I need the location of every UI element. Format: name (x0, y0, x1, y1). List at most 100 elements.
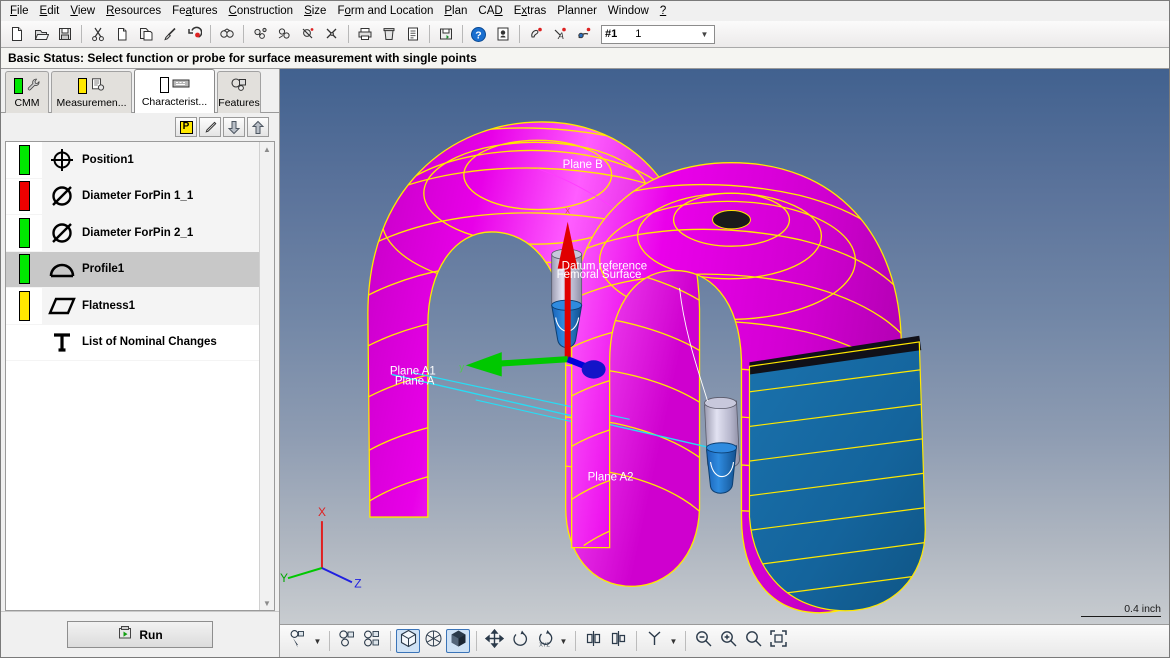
status-indicator (6, 178, 42, 214)
record-scan-icon[interactable] (572, 23, 595, 45)
zoom-fit-button[interactable] (766, 629, 790, 653)
profile-tolerance-icon (42, 258, 82, 280)
tab-label: Measuremen... (56, 96, 127, 109)
characteristic-row[interactable]: Diameter ForPin 1_1 (6, 178, 259, 215)
select-mode-button[interactable] (286, 629, 310, 653)
scale-indicator: 0.4 inch (1081, 603, 1161, 617)
protocol-icon[interactable] (401, 23, 424, 45)
copy-icon[interactable] (110, 23, 133, 45)
protocol-toggle-label: P (179, 120, 193, 134)
run-button[interactable]: Run (67, 621, 213, 648)
menu-item-extras[interactable]: Extras (509, 2, 553, 20)
characteristic-label: Profile1 (82, 263, 125, 276)
shaded-view-button[interactable] (446, 629, 470, 653)
print-icon[interactable] (353, 23, 376, 45)
show-elements-button[interactable] (360, 629, 384, 653)
menu-bar: File Edit View Resources Features Constructio… (1, 1, 1169, 21)
edit-button[interactable] (199, 117, 221, 137)
menu-item-planner[interactable]: Planner (552, 2, 603, 20)
menu-item-construction[interactable]: Construction (224, 2, 300, 20)
probe-delete-icon[interactable] (296, 23, 319, 45)
characteristic-row[interactable]: Position1 (6, 142, 259, 179)
save-icon[interactable] (53, 23, 76, 45)
new-icon[interactable] (5, 23, 28, 45)
transparent-view-button[interactable] (421, 629, 445, 653)
help-icon[interactable]: ? (467, 23, 490, 45)
main-toolbar: ? A #1 1 ▼ (1, 21, 1169, 48)
help-context-icon[interactable] (491, 23, 514, 45)
list-toolbar: P (1, 113, 279, 141)
characteristic-icon (172, 77, 190, 93)
cut-icon[interactable] (86, 23, 109, 45)
run-icon (117, 625, 133, 644)
record-point-icon[interactable] (524, 23, 547, 45)
menu-item-file[interactable]: File (5, 2, 35, 20)
characteristic-row[interactable]: Flatness1 (6, 288, 259, 325)
rotate-xyz-button[interactable]: XYZ (532, 629, 556, 653)
toolbar-separator (462, 25, 463, 43)
scroll-down-icon[interactable]: ▼ (260, 596, 275, 610)
menu-item-view[interactable]: View (65, 2, 101, 20)
undo-icon[interactable] (182, 23, 205, 45)
chevron-down-icon[interactable]: ▼ (311, 629, 324, 653)
chevron-down-icon[interactable]: ▼ (667, 629, 680, 653)
record-auto-icon[interactable]: A (548, 23, 571, 45)
annotation-plane-a: Plane A (395, 376, 435, 388)
pan-button[interactable] (482, 628, 506, 653)
zoom-in-button[interactable] (716, 629, 740, 653)
characteristics-list-container: Position1 Diameter ForPin 1_1 Diameter For… (5, 141, 275, 611)
export-icon[interactable] (434, 23, 457, 45)
cad-model-svg[interactable]: x y Plane B Datum reference Femoral Surf… (280, 69, 1169, 624)
mirror-h-button[interactable] (581, 629, 605, 653)
position-tolerance-icon (42, 147, 82, 173)
menu-item-[interactable]: ? (655, 2, 672, 20)
application-window: File Edit View Resources Features Constructio… (0, 0, 1170, 658)
zoom-window-button[interactable] (741, 629, 765, 653)
menu-item-plan[interactable]: Plan (439, 2, 473, 20)
panel-tabstrip: CMM Measuremen... Characterist... Features (1, 69, 279, 113)
probe-tools-icon[interactable] (320, 23, 343, 45)
paste-icon[interactable] (134, 23, 157, 45)
rotate-button[interactable] (507, 629, 531, 653)
coordinate-system-button[interactable] (642, 629, 666, 653)
probe-calibrate-icon[interactable] (248, 23, 271, 45)
menu-item-edit[interactable]: Edit (35, 2, 66, 20)
toolbar-separator (210, 25, 211, 43)
probe-change-icon[interactable] (272, 23, 295, 45)
menu-item-size[interactable]: Size (299, 2, 332, 20)
scroll-up-icon[interactable]: ▲ (260, 142, 275, 156)
find-icon[interactable] (215, 23, 238, 45)
cad-viewport[interactable]: x y Plane B Datum reference Femoral Surf… (280, 69, 1169, 625)
menu-item-features[interactable]: Features (167, 2, 223, 20)
open-icon[interactable] (29, 23, 52, 45)
show-features-button[interactable] (335, 629, 359, 653)
probe-selection-combo[interactable]: #1 1 ▼ (601, 24, 715, 44)
mirror-v-button[interactable] (606, 629, 630, 653)
characteristic-row[interactable]: List of Nominal Changes (6, 324, 259, 361)
characteristic-label: Diameter ForPin 1_1 (82, 190, 194, 203)
characteristic-label: Diameter ForPin 2_1 (82, 226, 194, 239)
tab-cmm[interactable]: CMM (5, 71, 49, 113)
characteristic-row[interactable]: Diameter ForPin 2_1 (6, 215, 259, 252)
menu-item-window[interactable]: Window (603, 2, 655, 20)
menu-item-cad[interactable]: CAD (473, 2, 508, 20)
zoom-out-button[interactable] (691, 629, 715, 653)
delete-icon[interactable] (377, 23, 400, 45)
characteristics-scrollbar[interactable]: ▲ ▼ (259, 142, 274, 610)
characteristic-row[interactable]: Profile1 (6, 251, 259, 288)
protocol-toggle-button[interactable]: P (175, 117, 197, 137)
menu-item-form-and-location[interactable]: Form and Location (332, 2, 439, 20)
tab-features[interactable]: Features (217, 71, 261, 113)
toolbar-separator (685, 631, 686, 651)
characteristic-label: Position1 (82, 153, 134, 166)
characteristics-list[interactable]: Position1 Diameter ForPin 1_1 Diameter For… (6, 142, 259, 610)
chevron-down-icon[interactable]: ▼ (557, 629, 570, 653)
tab-characterist[interactable]: Characterist... (134, 69, 215, 113)
move-up-button[interactable] (247, 117, 269, 137)
wireframe-view-button[interactable] (396, 629, 420, 653)
wireframe-cube-icon (399, 629, 418, 653)
format-brush-icon[interactable] (158, 23, 181, 45)
move-down-button[interactable] (223, 117, 245, 137)
menu-item-resources[interactable]: Resources (101, 2, 167, 20)
tab-measuremen[interactable]: Measuremen... (51, 71, 132, 113)
